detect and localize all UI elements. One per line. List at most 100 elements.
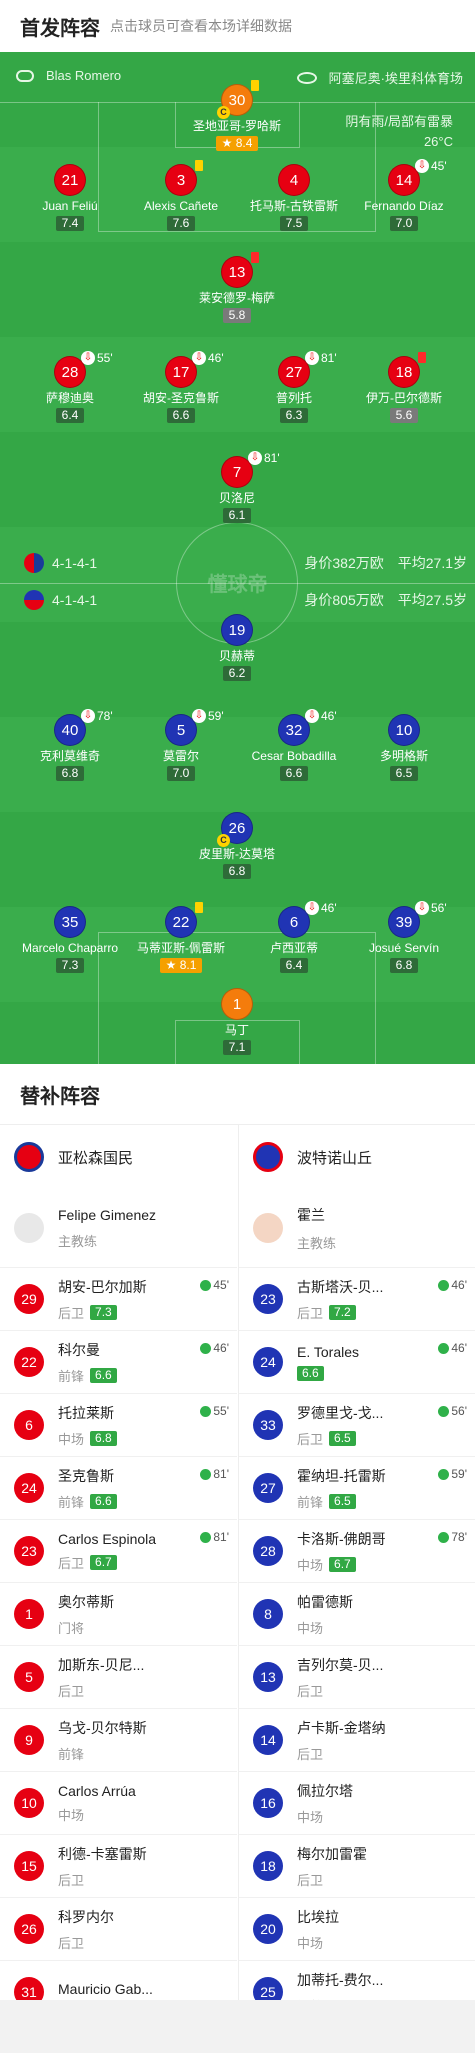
sub-row[interactable]: 5 加斯东-贝尼... 后卫 bbox=[0, 1645, 237, 1708]
sub-on-minute: 81' bbox=[213, 1530, 229, 1544]
player-number: 6 ⇩ 46' bbox=[278, 901, 337, 938]
red-card-icon bbox=[251, 252, 259, 263]
sub-position: 前锋 bbox=[58, 1746, 85, 1762]
sub-row[interactable]: 13 吉列尔莫-贝... 后卫 bbox=[239, 1645, 475, 1708]
sub-rating: 6.5 bbox=[329, 1430, 356, 1446]
sub-name: 胡安-巴尔加斯 bbox=[58, 1278, 147, 1295]
temperature: 26°C bbox=[423, 134, 453, 149]
sub-row[interactable]: 23 古斯塔沃-贝... 后卫 7.2 46' bbox=[239, 1267, 475, 1330]
away-team-icon bbox=[24, 590, 44, 610]
sub-row[interactable]: 1 奥尔蒂斯 门将 bbox=[0, 1582, 237, 1645]
sub-position: 后卫 bbox=[58, 1872, 85, 1888]
yellow-card-icon bbox=[195, 902, 203, 913]
player-name: Josué Servín bbox=[368, 941, 440, 955]
sub-row[interactable]: 10 Carlos Arrúa 中场 bbox=[0, 1771, 237, 1834]
sub-row[interactable]: 8 帕雷德斯 中场 bbox=[239, 1582, 475, 1645]
sub-name: 乌戈-贝尔特斯 bbox=[58, 1719, 147, 1736]
sub-on-minute: 81' bbox=[213, 1467, 229, 1481]
sub-off-indicator: ⇩ 46' bbox=[305, 709, 337, 723]
player-home_players-4[interactable]: 14 ⇩ 45' Fernando Díaz 7.0 bbox=[339, 159, 469, 232]
player-away_players-7[interactable]: 22 马蒂亚斯-佩雷斯 ★ 8.1 bbox=[116, 902, 246, 974]
sub-row[interactable]: 9 乌戈-贝尔特斯 前锋 bbox=[0, 1708, 237, 1771]
page-subtitle: 点击球员可查看本场详细数据 bbox=[110, 18, 292, 34]
sub-row[interactable]: 29 胡安-巴尔加斯 后卫 7.3 45' bbox=[0, 1267, 237, 1330]
player-home_players-5[interactable]: 13 莱安德罗-梅萨 5.8 bbox=[172, 252, 302, 324]
player-number: 32 ⇩ 46' bbox=[278, 709, 337, 746]
sub-row[interactable]: 24 E. Torales 6.6 46' bbox=[239, 1330, 475, 1393]
away-subs-team[interactable]: 波特诺山丘 bbox=[239, 1125, 475, 1189]
player-away_players-4[interactable]: 10 多明格斯 6.5 bbox=[339, 714, 469, 782]
player-number: 4 bbox=[278, 164, 310, 196]
sub-row[interactable]: 33 罗德里戈-戈... 后卫 6.5 56' bbox=[239, 1393, 475, 1456]
sub-off-icon: ⇩ bbox=[81, 709, 95, 723]
sub-name: 比埃拉 bbox=[297, 1908, 339, 1925]
sub-number: 24 bbox=[253, 1347, 283, 1377]
player-home_players-10[interactable]: 7 ⇩ 81' 贝洛尼 6.1 bbox=[172, 451, 302, 524]
player-away_players-10[interactable]: 1 马丁 7.1 bbox=[172, 988, 302, 1056]
sub-minute: 45' bbox=[431, 159, 447, 173]
referee: Blas Romero bbox=[16, 68, 121, 83]
player-rating: 6.8 bbox=[389, 958, 419, 973]
sub-off-indicator: ⇩ 59' bbox=[192, 709, 224, 723]
sub-row[interactable]: 6 托拉莱斯 中场 6.8 55' bbox=[0, 1393, 237, 1456]
sub-row[interactable]: 15 利德-卡塞雷斯 后卫 bbox=[0, 1834, 237, 1897]
sub-row[interactable]: 28 卡洛斯-佛朗哥 中场 6.7 78' bbox=[239, 1519, 475, 1582]
sub-on-indicator: 45' bbox=[200, 1278, 229, 1292]
sub-number: 9 bbox=[14, 1725, 44, 1755]
player-number: 26 C bbox=[217, 812, 253, 847]
sub-rating: 6.6 bbox=[297, 1365, 324, 1381]
sub-row[interactable]: 18 梅尔加雷霍 后卫 bbox=[239, 1834, 475, 1897]
home-coach[interactable]: Felipe Gimenez 主教练 bbox=[0, 1189, 237, 1267]
sub-rating: 6.6 bbox=[90, 1367, 117, 1383]
coach-name: Felipe Gimenez bbox=[58, 1206, 157, 1223]
sub-row[interactable]: 16 佩拉尔塔 中场 bbox=[239, 1771, 475, 1834]
sub-off-icon: ⇩ bbox=[305, 709, 319, 723]
sub-rating: 6.5 bbox=[329, 1493, 356, 1509]
sub-on-icon bbox=[438, 1405, 450, 1417]
sub-off-indicator: ⇩ 81' bbox=[305, 351, 337, 365]
star-icon: ★ bbox=[165, 958, 180, 972]
player-away_players-9[interactable]: 39 ⇩ 56' Josué Servín 6.8 bbox=[339, 901, 469, 974]
player-number: 13 bbox=[221, 252, 259, 288]
sub-position: 后卫 bbox=[58, 1935, 85, 1951]
sub-row[interactable]: 26 科罗内尔 后卫 bbox=[0, 1897, 237, 1960]
home-subs: 亚松森国民 Felipe Gimenez 主教练 29 胡安-巴尔加斯 后卫 7.3 45… bbox=[0, 1125, 237, 2023]
sub-off-indicator: ⇩ 46' bbox=[192, 351, 224, 365]
player-home_players-7[interactable]: 17 ⇩ 46' 胡安-圣克鲁斯 6.6 bbox=[116, 351, 246, 424]
player-name: 多明格斯 bbox=[379, 749, 428, 763]
home-subs-team[interactable]: 亚松森国民 bbox=[0, 1125, 237, 1189]
sub-minute: 59' bbox=[208, 709, 224, 723]
player-away_players-2[interactable]: 5 ⇩ 59' 莫雷尔 7.0 bbox=[116, 709, 246, 782]
away-age: 平均27.5岁 bbox=[397, 592, 467, 608]
sub-row[interactable]: 24 圣克鲁斯 前锋 6.6 81' bbox=[0, 1456, 237, 1519]
sub-row[interactable]: 14 卢卡斯-金塔纳 后卫 bbox=[239, 1708, 475, 1771]
sub-minute: 56' bbox=[431, 901, 447, 915]
player-rating: 6.6 bbox=[279, 766, 309, 781]
sub-row[interactable]: 22 科尔曼 前锋 6.6 46' bbox=[0, 1330, 237, 1393]
sub-rating: 6.7 bbox=[90, 1554, 117, 1570]
sub-on-indicator: 46' bbox=[438, 1278, 467, 1292]
player-home_players-0[interactable]: 30 C 圣地亚哥-罗哈斯 ★ 8.4 bbox=[172, 80, 302, 152]
sub-number: 33 bbox=[253, 1410, 283, 1440]
page-title: 首发阵容 bbox=[20, 17, 100, 40]
sub-on-icon bbox=[200, 1342, 212, 1354]
sub-number: 14 bbox=[253, 1725, 283, 1755]
player-number: 10 bbox=[388, 714, 420, 746]
sub-number: 8 bbox=[253, 1599, 283, 1629]
player-number: 14 ⇩ 45' bbox=[388, 159, 447, 196]
sub-on-icon bbox=[200, 1405, 212, 1417]
player-home_players-9[interactable]: 18 伊万-巴尔德斯 5.6 bbox=[339, 352, 469, 424]
sub-row[interactable]: 27 霍纳坦-托雷斯 前锋 6.5 59' bbox=[239, 1456, 475, 1519]
player-away_players-0[interactable]: 19 贝赫蒂 6.2 bbox=[172, 614, 302, 682]
player-name: 皮里斯-达莫塔 bbox=[199, 847, 275, 861]
player-away_players-5[interactable]: 26 C 皮里斯-达莫塔 6.8 bbox=[172, 812, 302, 880]
sub-rating: 6.8 bbox=[90, 1430, 117, 1446]
player-rating: 7.0 bbox=[166, 766, 196, 781]
away-coach[interactable]: 霍兰 主教练 bbox=[239, 1189, 475, 1267]
player-number: 18 bbox=[388, 352, 426, 388]
player-home_players-2[interactable]: 3 Alexis Cañete 7.6 bbox=[116, 160, 246, 232]
sub-row[interactable]: 23 Carlos Espinola 后卫 6.7 81' bbox=[0, 1519, 237, 1582]
avatar bbox=[14, 1213, 44, 1243]
player-rating: 6.5 bbox=[389, 766, 419, 781]
sub-row[interactable]: 20 比埃拉 中场 bbox=[239, 1897, 475, 1960]
